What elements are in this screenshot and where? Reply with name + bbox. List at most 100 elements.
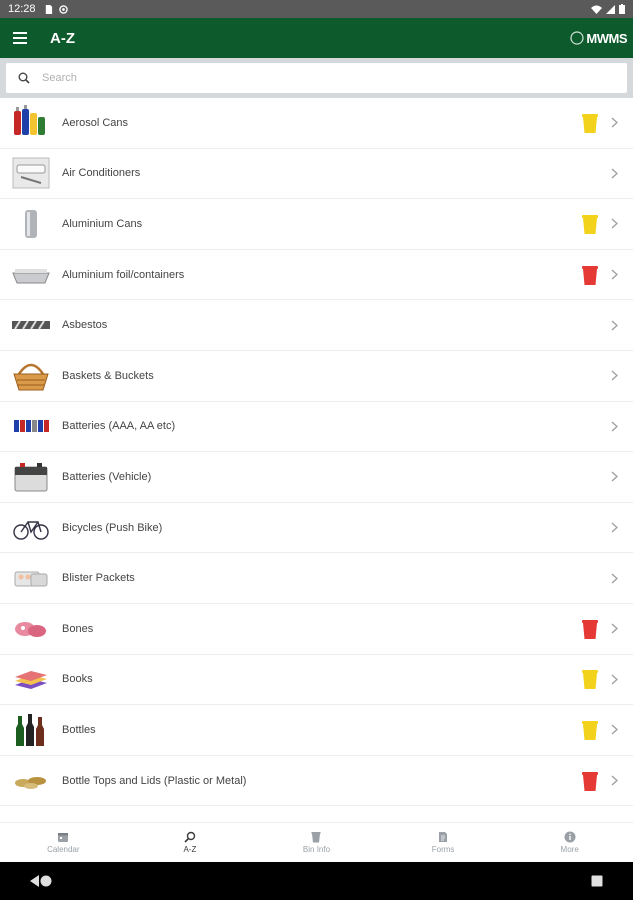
- yellow-bin-icon: [582, 720, 598, 740]
- list-item[interactable]: Aerosol Cans: [0, 98, 633, 149]
- search-bar: [0, 58, 633, 98]
- signal-icon: [606, 4, 615, 14]
- chevron-right-icon: [607, 470, 621, 484]
- a-z-list: Aerosol Cans Air Conditioners Aluminium …: [0, 98, 633, 822]
- chevron-right-icon: [607, 318, 621, 332]
- item-label: Air Conditioners: [62, 167, 141, 180]
- yellow-bin-icon: [582, 214, 598, 234]
- list-item[interactable]: Aluminium Cans: [0, 199, 633, 250]
- hamburger-icon: [13, 32, 27, 44]
- info-icon: [564, 831, 576, 843]
- list-item[interactable]: Air Conditioners: [0, 149, 633, 200]
- menu-button[interactable]: [0, 18, 40, 58]
- list-item[interactable]: Bicycles (Push Bike): [0, 503, 633, 554]
- nav-label: A-Z: [183, 845, 197, 854]
- status-bar: 12:28: [0, 0, 633, 18]
- basket-image: [10, 356, 52, 396]
- page-title: A-Z: [50, 29, 75, 47]
- item-label: Blister Packets: [62, 572, 135, 585]
- item-label: Baskets & Buckets: [62, 369, 154, 382]
- item-label: Bones: [62, 622, 94, 635]
- yellow-bin-icon: [582, 670, 598, 690]
- bottom-navigation: Calendar A-Z Bin Info Forms More: [0, 822, 633, 862]
- recents-icon[interactable]: [591, 875, 603, 887]
- batteries-image: [10, 406, 52, 446]
- yellow-bin-icon: [582, 113, 598, 133]
- list-item[interactable]: Blister Packets: [0, 553, 633, 604]
- sync-icon: [58, 4, 68, 14]
- nav-a-z[interactable]: A-Z: [127, 823, 254, 862]
- chevron-right-icon: [607, 521, 621, 535]
- sd-card-icon: [45, 4, 52, 14]
- red-bin-icon: [582, 619, 598, 639]
- blister-packet-image: [10, 558, 52, 598]
- red-bin-icon: [582, 771, 598, 791]
- chevron-right-icon: [607, 622, 621, 636]
- chevron-right-icon: [607, 419, 621, 433]
- bottles-image: [10, 710, 52, 750]
- list-item[interactable]: Aluminium foil/containers: [0, 250, 633, 301]
- foil-container-image: [10, 255, 52, 295]
- brand-logo: MWMS: [570, 31, 627, 46]
- status-time: 12:28: [8, 3, 36, 15]
- search-icon: [18, 72, 30, 84]
- list-item[interactable]: Batteries (AAA, AA etc): [0, 402, 633, 453]
- chevron-right-icon: [607, 774, 621, 788]
- battery-icon: [619, 4, 625, 14]
- list-item[interactable]: Bottle Tops and Lids (Plastic or Metal): [0, 756, 633, 807]
- item-label: Aluminium Cans: [62, 217, 143, 230]
- nav-forms[interactable]: Forms: [380, 823, 507, 862]
- list-item[interactable]: Batteries (Vehicle): [0, 452, 633, 503]
- chevron-right-icon: [607, 571, 621, 585]
- nav-bin-info[interactable]: Bin Info: [253, 823, 380, 862]
- list-item[interactable]: Books: [0, 655, 633, 706]
- bones-image: [10, 609, 52, 649]
- wifi-icon: [591, 5, 602, 14]
- aerosol-cans-image: [10, 103, 52, 143]
- calendar-icon: [58, 833, 69, 842]
- car-battery-image: [10, 457, 52, 497]
- item-label: Aerosol Cans: [62, 116, 129, 129]
- search-icon: [184, 831, 196, 843]
- list-item[interactable]: Asbestos: [0, 300, 633, 351]
- chevron-right-icon: [607, 116, 621, 130]
- system-navigation-bar: [0, 862, 633, 900]
- bicycle-image: [10, 508, 52, 548]
- nav-label: Calendar: [47, 845, 80, 854]
- asbestos-image: [10, 305, 52, 345]
- item-label: Bicycles (Push Bike): [62, 521, 163, 534]
- nav-label: More: [560, 845, 579, 854]
- back-icon[interactable]: [30, 875, 40, 887]
- form-icon: [439, 832, 448, 842]
- list-item[interactable]: Bottles: [0, 705, 633, 756]
- item-label: Bottles: [62, 723, 96, 736]
- item-label: Asbestos: [62, 319, 108, 332]
- chevron-right-icon: [607, 672, 621, 686]
- item-label: Bottle Tops and Lids (Plastic or Metal): [62, 774, 247, 787]
- search-input[interactable]: [42, 72, 542, 84]
- logo-text: MWMS: [586, 30, 627, 46]
- bottle-tops-image: [10, 761, 52, 801]
- red-bin-icon: [582, 265, 598, 285]
- list-item[interactable]: Baskets & Buckets: [0, 351, 633, 402]
- nav-calendar[interactable]: Calendar: [0, 823, 127, 862]
- chevron-right-icon: [607, 166, 621, 180]
- nav-more[interactable]: More: [506, 823, 633, 862]
- list-item[interactable]: Bones: [0, 604, 633, 655]
- books-image: [10, 659, 52, 699]
- item-label: Batteries (AAA, AA etc): [62, 420, 176, 433]
- aluminium-can-image: [10, 204, 52, 244]
- nav-label: Bin Info: [302, 845, 331, 854]
- search-box[interactable]: [6, 63, 627, 93]
- item-label: Batteries (Vehicle): [62, 470, 152, 483]
- air-conditioner-image: [10, 153, 52, 193]
- nav-label: Forms: [431, 845, 455, 854]
- item-label: Books: [62, 673, 93, 686]
- chevron-right-icon: [607, 369, 621, 383]
- item-label: Aluminium foil/containers: [62, 268, 185, 281]
- app-bar: A-Z MWMS: [0, 18, 633, 58]
- home-icon[interactable]: [40, 875, 52, 887]
- chevron-right-icon: [607, 268, 621, 282]
- chevron-right-icon: [607, 217, 621, 231]
- chevron-right-icon: [607, 723, 621, 737]
